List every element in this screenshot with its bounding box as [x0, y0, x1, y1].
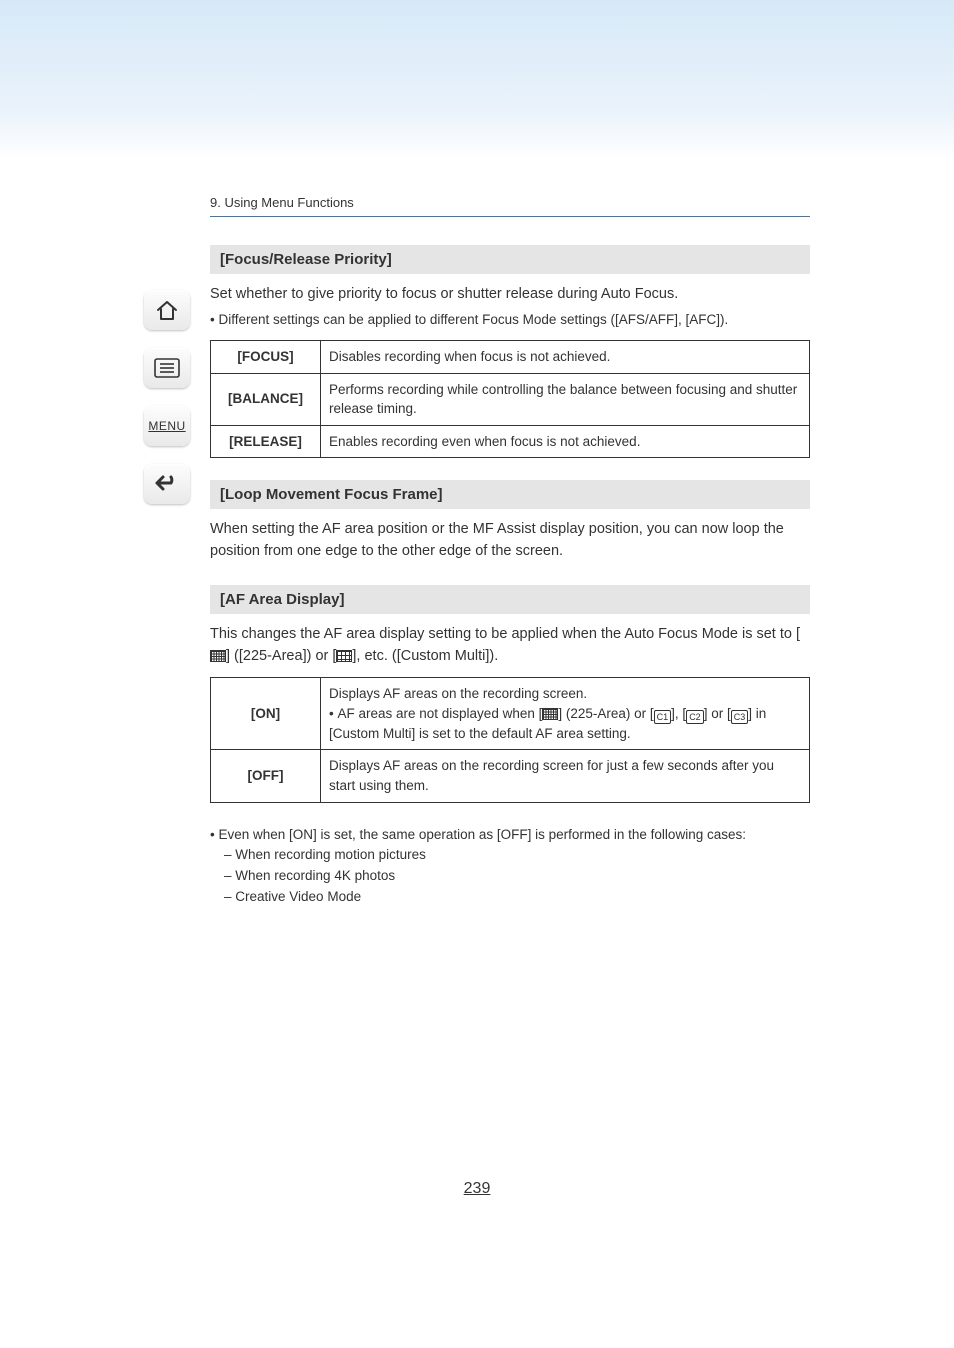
section-title-focus-release: [Focus/Release Priority] — [210, 245, 810, 274]
header-band — [0, 0, 954, 160]
menu-button[interactable]: MENU — [144, 406, 190, 446]
grid-dense-icon — [210, 650, 226, 662]
home-button[interactable] — [144, 290, 190, 330]
af-area-table: [ON] Displays AF areas on the recording … — [210, 677, 810, 802]
af-intro-b: ] ([225-Area]) or [ — [226, 648, 336, 664]
table-row: [OFF] Displays AF areas on the recording… — [211, 750, 810, 802]
cell-on-label: [ON] — [211, 678, 321, 750]
note-line: Even when [ON] is set, the same operatio… — [210, 825, 810, 846]
af-area-intro: This changes the AF area display setting… — [210, 624, 810, 668]
sidebar: MENU — [140, 290, 194, 504]
cell-focus-desc: Disables recording when focus is not ach… — [321, 341, 810, 374]
af-intro-c: ], etc. ([Custom Multi]). — [352, 648, 498, 664]
table-row: [BALANCE] Performs recording while contr… — [211, 373, 810, 425]
cell-on-desc: Displays AF areas on the recording scree… — [321, 678, 810, 750]
list-icon — [154, 358, 180, 378]
breadcrumb: 9. Using Menu Functions — [210, 195, 810, 217]
on-line1: Displays AF areas on the recording scree… — [329, 684, 801, 704]
cell-balance-label: [BALANCE] — [211, 373, 321, 425]
cell-off-desc: Displays AF areas on the recording scree… — [321, 750, 810, 802]
on-bullet: • AF areas are not displayed when [] (22… — [329, 704, 801, 744]
focus-release-note: Different settings can be applied to dif… — [210, 310, 810, 330]
on-bullet-d: ] or [ — [704, 706, 731, 721]
cell-focus-label: [FOCUS] — [211, 341, 321, 374]
c3-icon: C3 — [731, 710, 749, 724]
c2-icon: C2 — [686, 710, 704, 724]
af-intro-a: This changes the AF area display setting… — [210, 626, 800, 642]
menu-label: MENU — [148, 419, 185, 433]
cell-release-label: [RELEASE] — [211, 425, 321, 458]
back-arrow-icon — [154, 473, 180, 495]
on-bullet-b: ] (225-Area) or [ — [558, 706, 653, 721]
section-title-loop: [Loop Movement Focus Frame] — [210, 480, 810, 509]
home-icon — [155, 299, 179, 321]
back-button[interactable] — [144, 464, 190, 504]
cell-off-label: [OFF] — [211, 750, 321, 802]
note-line: When recording motion pictures — [210, 845, 810, 866]
grid-dense-icon — [542, 708, 558, 720]
table-row: [FOCUS] Disables recording when focus is… — [211, 341, 810, 374]
c1-icon: C1 — [654, 710, 672, 724]
cell-release-desc: Enables recording even when focus is not… — [321, 425, 810, 458]
page-root: MENU 9. Using Menu Functions [Focus/Rele… — [0, 0, 954, 1348]
focus-release-table: [FOCUS] Disables recording when focus is… — [210, 340, 810, 458]
grid-icon — [336, 650, 352, 662]
section-title-af-area: [AF Area Display] — [210, 585, 810, 614]
note-line: Creative Video Mode — [210, 887, 810, 908]
af-area-notes: Even when [ON] is set, the same operatio… — [210, 825, 810, 909]
table-row: [ON] Displays AF areas on the recording … — [211, 678, 810, 750]
cell-balance-desc: Performs recording while controlling the… — [321, 373, 810, 425]
on-bullet-c: ], [ — [671, 706, 686, 721]
page-number[interactable]: 239 — [0, 1180, 954, 1198]
table-row: [RELEASE] Enables recording even when fo… — [211, 425, 810, 458]
toc-button[interactable] — [144, 348, 190, 388]
content-area: 9. Using Menu Functions [Focus/Release P… — [210, 195, 810, 908]
focus-release-intro: Set whether to give priority to focus or… — [210, 284, 810, 306]
loop-intro: When setting the AF area position or the… — [210, 519, 810, 563]
note-line: When recording 4K photos — [210, 866, 810, 887]
on-bullet-a: AF areas are not displayed when [ — [337, 706, 542, 721]
